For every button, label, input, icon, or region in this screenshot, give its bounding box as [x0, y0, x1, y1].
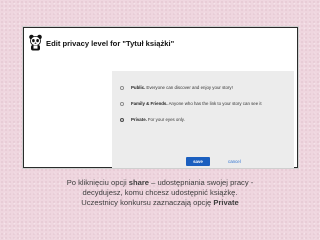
privacy-options-panel: Public. Everyone can discover and enjoy …: [112, 71, 294, 168]
panda-logo-icon: [29, 34, 42, 51]
radio-family-friends[interactable]: [120, 101, 124, 106]
option-private-description: For your eyes only.: [147, 117, 185, 122]
dialog-header: Edit privacy level for "Tytuł książki": [24, 28, 297, 58]
caption: Po kliknięciu opcji share – udostępniani…: [40, 178, 280, 207]
caption-line-2: decydujesz, komu chcesz udostępnić książ…: [82, 187, 238, 197]
option-public-label: Public.: [131, 85, 146, 90]
caption-share-keyword: share: [128, 178, 150, 187]
option-family-friends-label: Family & Friends.: [131, 101, 168, 106]
option-family-friends[interactable]: Family & Friends. Anyone who has the lin…: [120, 101, 262, 106]
caption-private-keyword: Private: [213, 197, 239, 207]
option-private[interactable]: Private. For your eyes only.: [120, 117, 185, 122]
radio-private[interactable]: [120, 117, 124, 122]
option-family-friends-description: Anyone who has the link to your story ca…: [168, 101, 262, 106]
option-private-label: Private.: [131, 117, 147, 122]
screenshot-window: Edit privacy level for "Tytuł książki" P…: [23, 27, 298, 168]
radio-public[interactable]: [120, 85, 124, 90]
caption-line-3: Uczestnicy konkursu zaznaczają opcję Pri…: [40, 198, 280, 208]
caption-line-1-start: Po kliknięciu opcji: [66, 178, 129, 187]
caption-line-3-start: Uczestnicy konkursu zaznaczają opcję: [81, 197, 214, 207]
option-public[interactable]: Public. Everyone can discover and enjoy …: [120, 85, 233, 90]
cancel-link[interactable]: cancel: [228, 159, 241, 164]
dialog-title: Edit privacy level for "Tytuł książki": [46, 39, 175, 48]
caption-line-1-end: – udostępniania swojej pracy -: [149, 178, 254, 187]
option-public-description: Everyone can discover and enjoy your sto…: [146, 85, 233, 90]
save-button[interactable]: save: [186, 157, 210, 166]
caption-line-1: Po kliknięciu opcji share – udostępniani…: [40, 178, 280, 188]
